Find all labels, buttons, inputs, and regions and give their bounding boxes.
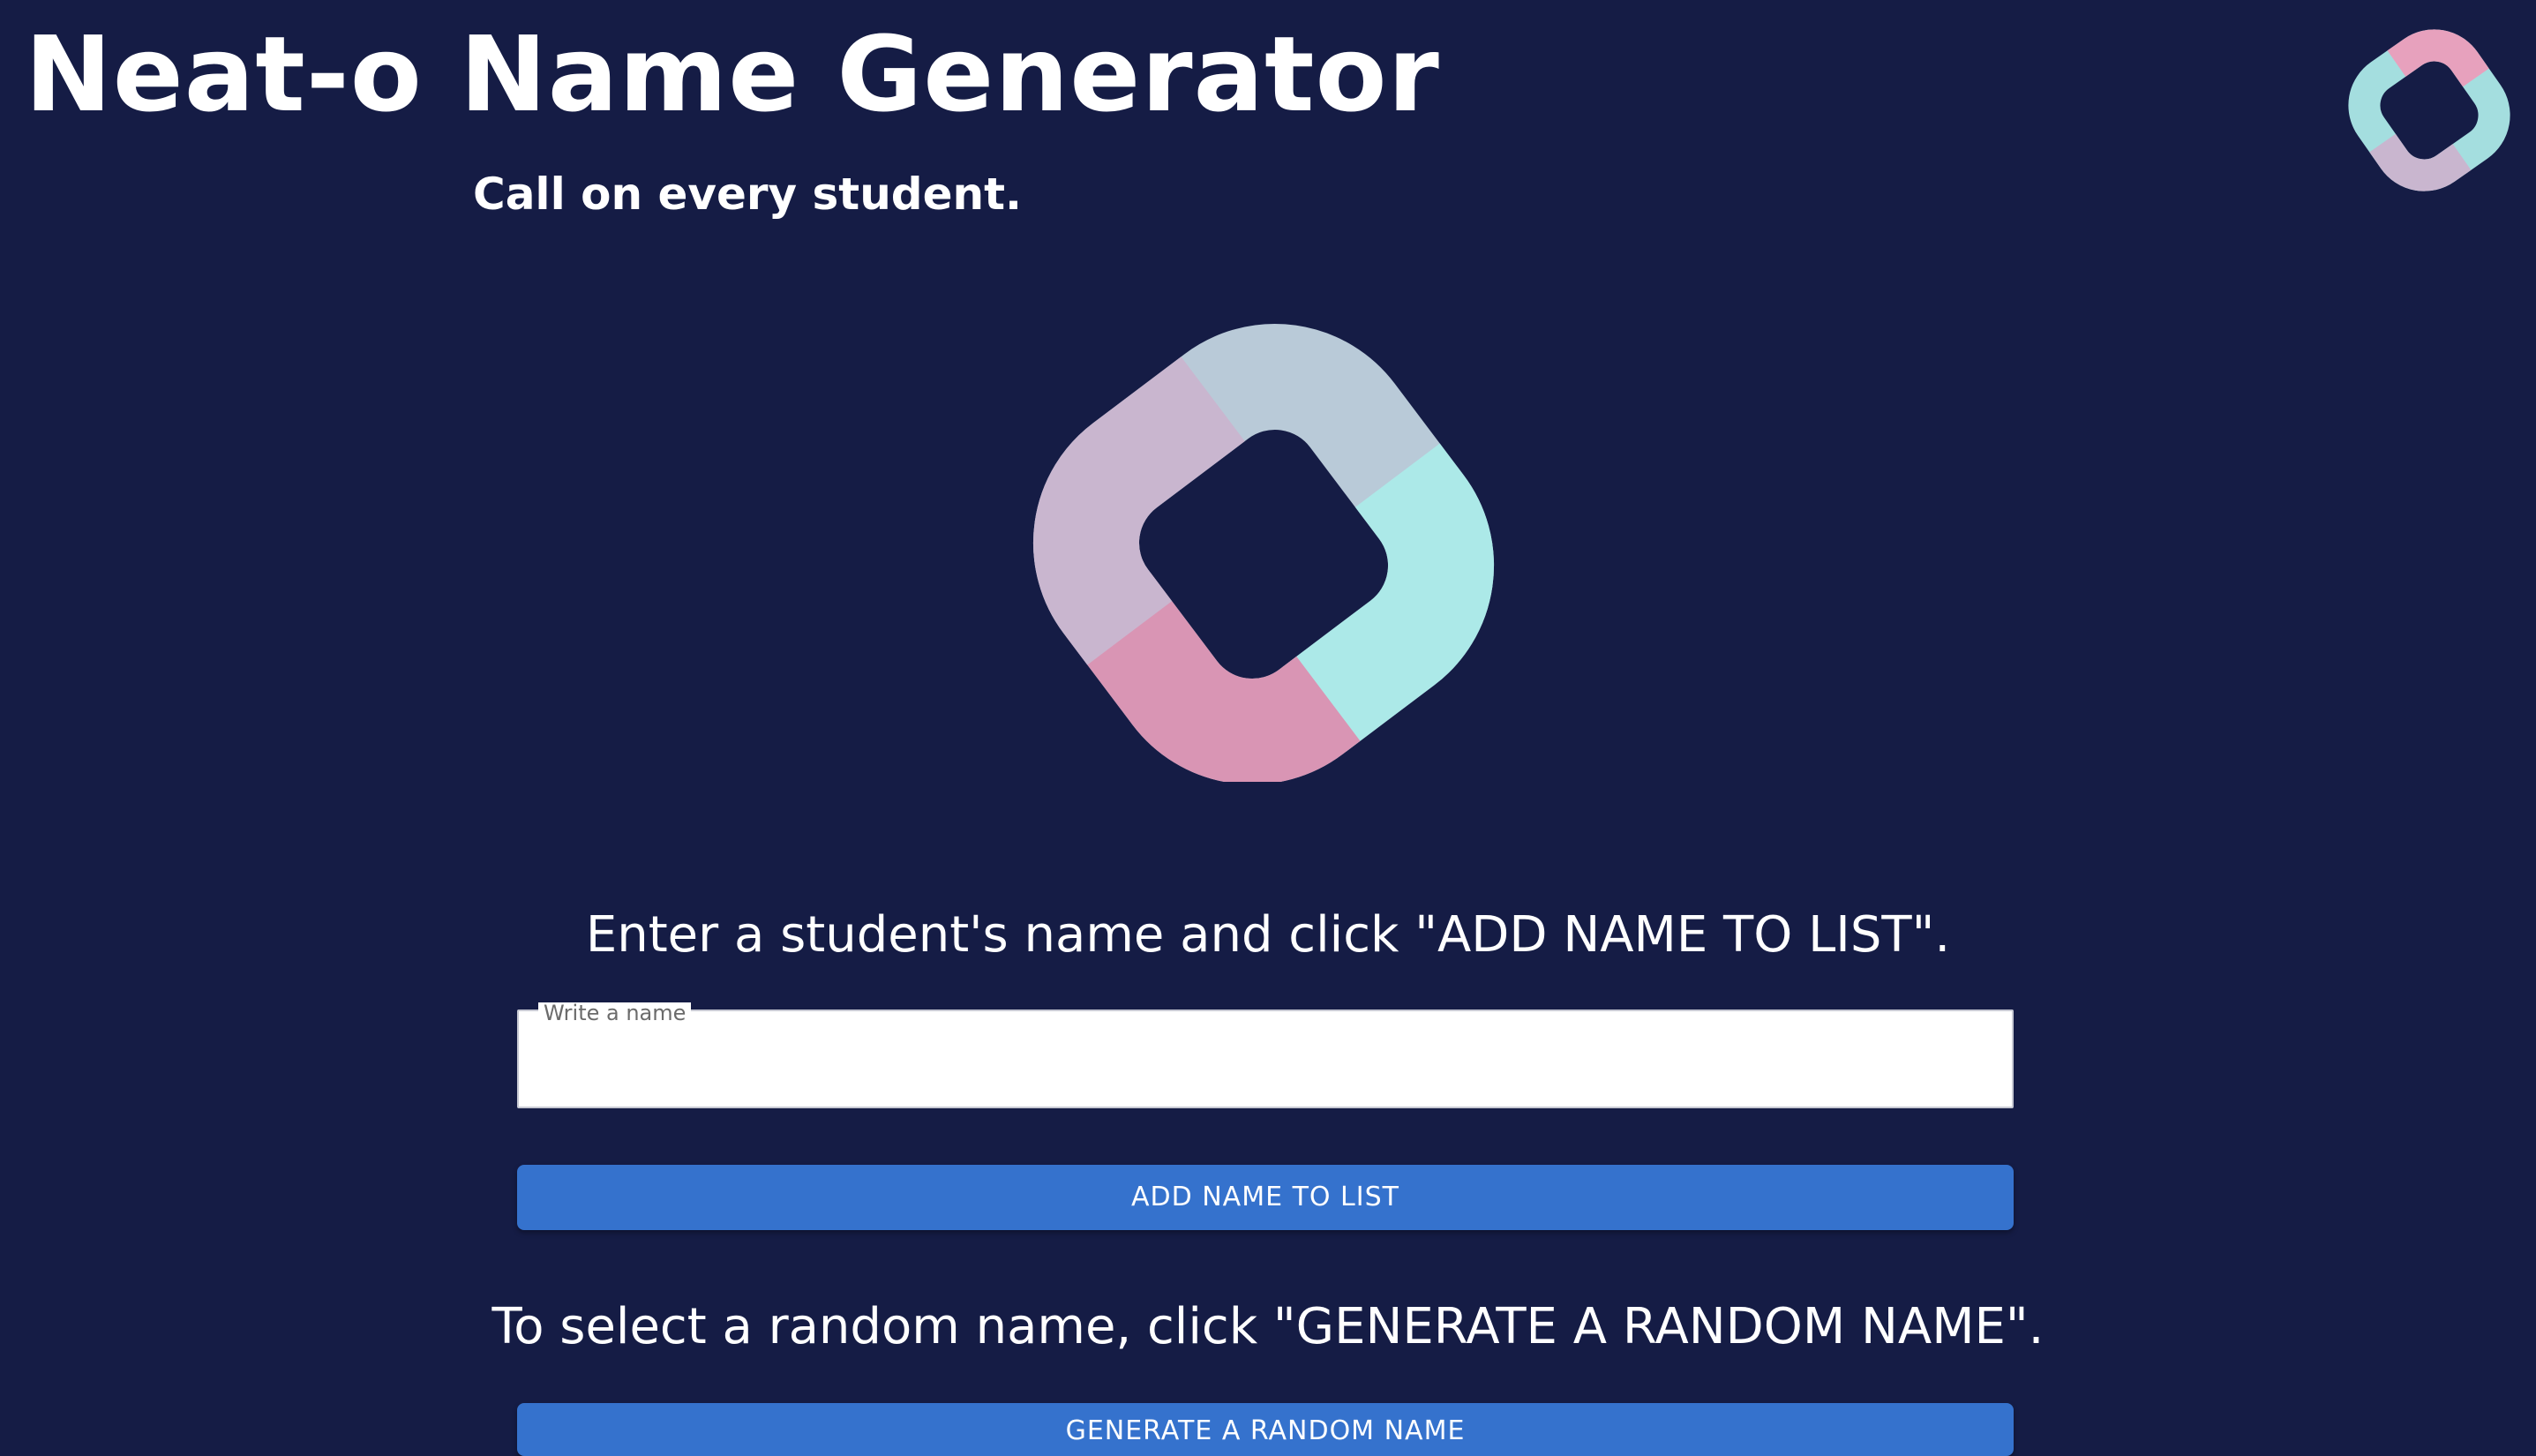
page-subtitle: Call on every student. — [473, 169, 1022, 220]
add-name-button[interactable]: ADD NAME TO LIST — [517, 1165, 2014, 1230]
name-field[interactable]: Write a name — [517, 1002, 2014, 1108]
page-title: Neat-o Name Generator — [25, 13, 1440, 135]
add-name-instruction: Enter a student's name and click "ADD NA… — [585, 906, 1951, 964]
corner-logo-icon — [2348, 29, 2510, 191]
name-input[interactable] — [519, 1011, 2012, 1107]
generate-random-name-button[interactable]: GENERATE A RANDOM NAME — [517, 1403, 2014, 1456]
hero-logo-icon — [1032, 323, 1495, 782]
random-name-instruction: To select a random name, click "GENERATE… — [491, 1298, 2045, 1355]
